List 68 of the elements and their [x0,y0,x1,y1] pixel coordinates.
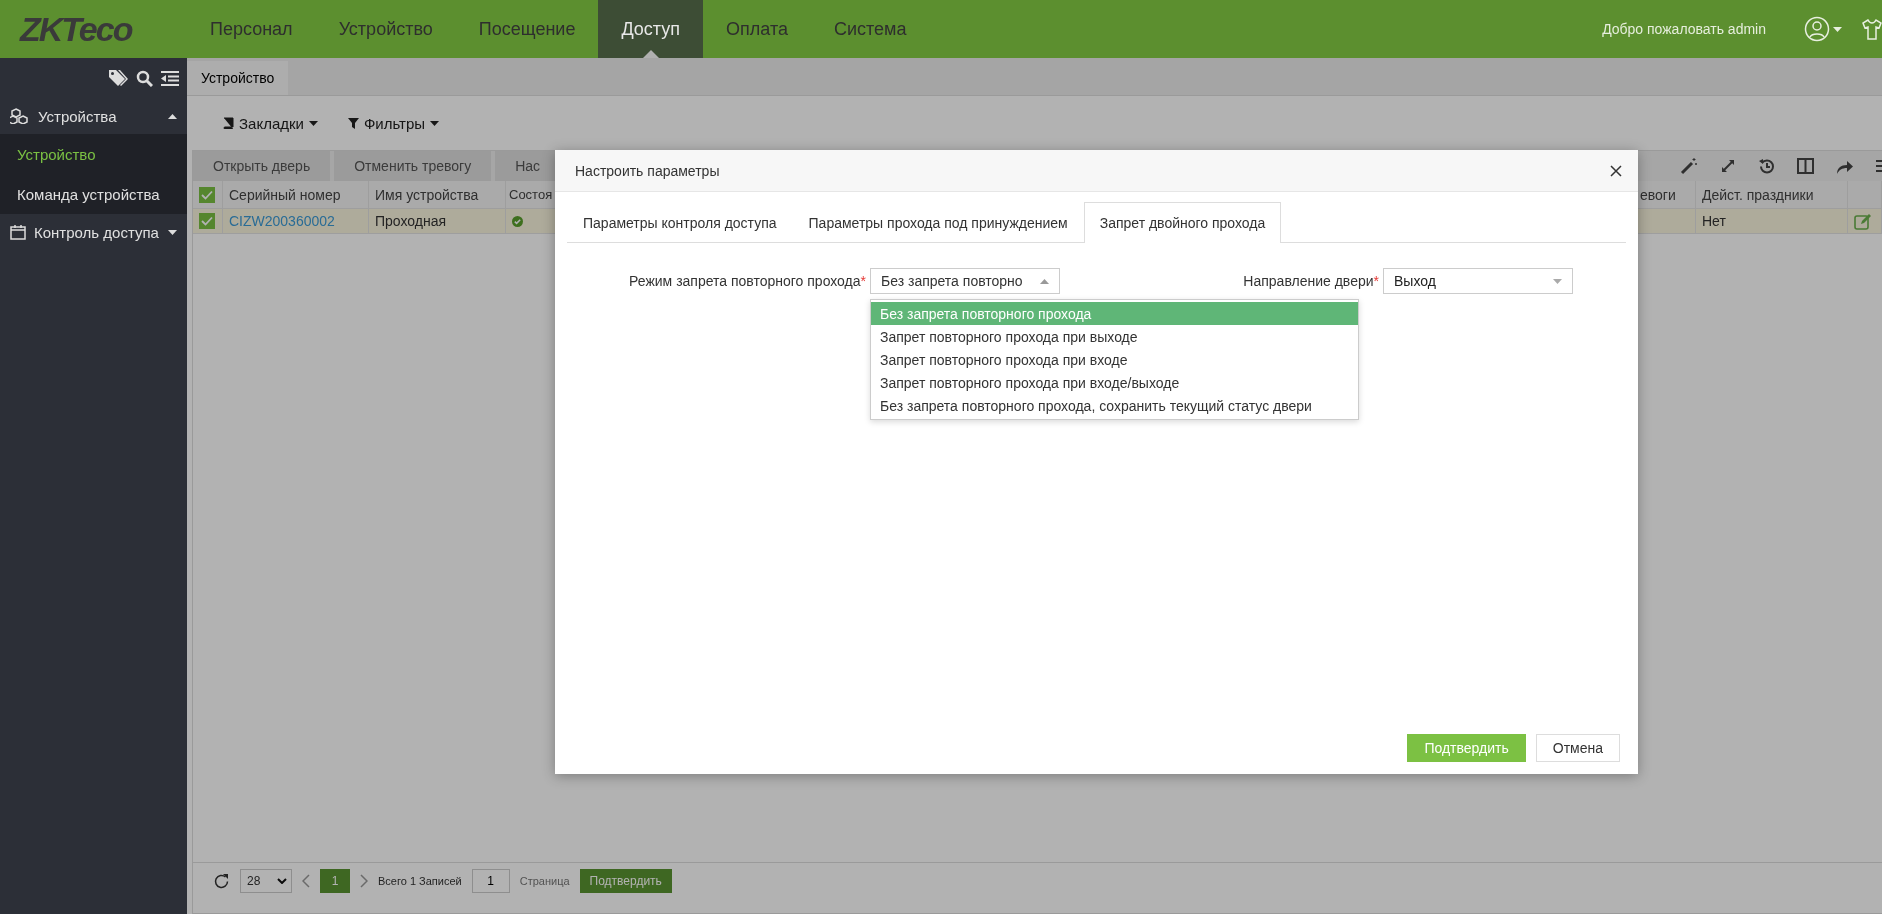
sidebar-item[interactable]: Команда устройства [0,174,187,214]
bookmarks-button[interactable]: Закладки [222,114,318,132]
dropdown-option[interactable]: Запрет повторного прохода при входе/выходе [871,371,1358,394]
table-cell: Проходная [369,209,506,234]
checkbox[interactable] [199,186,215,203]
field-label: Направление двери* [1243,273,1379,289]
sidebar-group[interactable]: Контроль доступа [0,214,187,250]
caret-icon [168,229,177,235]
nav-tab[interactable]: Посещение [455,0,599,58]
welcome-text: Добро пожаловать admin [1602,21,1766,37]
caret-icon [308,120,318,126]
select-field[interactable]: Выход [1383,268,1573,294]
nav-tab[interactable]: Система [810,0,930,58]
column-header: Дейст. праздники [1696,181,1848,209]
status-ok-icon [512,215,523,227]
filter-icon [347,117,359,129]
logo: ZKTeco [18,9,133,49]
dialog-tab[interactable]: Запрет двойного прохода [1083,202,1282,243]
dialog-title: Настроить параметры [575,162,721,179]
caret-icon [1833,26,1842,32]
book-icon [222,117,234,129]
sidebar-item[interactable]: Устройство [0,134,187,174]
expand-icon[interactable] [1720,158,1736,174]
nav-tab[interactable]: Доступ [598,0,703,58]
menu-icon[interactable] [161,70,179,86]
nav-tab[interactable]: Устройство [315,0,456,58]
calendar-icon [10,224,26,240]
shirt-icon[interactable] [1862,18,1882,40]
refresh-icon[interactable] [213,872,230,890]
dropdown-option[interactable]: Запрет повторного прохода при входе [871,348,1358,371]
filters-button[interactable]: Фильтры [347,114,440,132]
close-icon[interactable] [1610,164,1622,177]
page-label: Страница [519,875,570,887]
nav-tab[interactable]: Оплата [703,0,811,58]
dialog-tab[interactable]: Параметры прохода под принуждением [792,202,1084,242]
caret-icon [168,113,177,119]
checkbox[interactable] [199,213,215,229]
action-button[interactable]: Отменить тревогу [334,151,492,181]
column-header: Имя устройства [369,181,506,209]
dialog-tab[interactable]: Параметры контроля доступа [567,202,793,242]
previous-page-icon[interactable] [302,874,310,888]
action-button[interactable]: Открыть дверь [193,151,331,181]
cubes-icon [10,108,30,124]
columns-icon[interactable] [1797,158,1814,174]
share-icon[interactable] [1836,158,1854,174]
page-input[interactable]: 1 [471,869,510,893]
nav-tab[interactable]: Персонал [187,0,316,58]
select-field[interactable]: Без запрета повторно [870,268,1060,294]
caret-icon [430,120,440,126]
history-icon[interactable] [1758,157,1775,175]
user-icon[interactable] [1804,16,1830,42]
total-records: Всего 1 Записей [378,875,462,887]
chevron-icon [277,878,287,884]
search-icon[interactable] [136,69,153,87]
field-label: Режим запрета повторного прохода* [629,273,866,289]
tags-icon[interactable] [108,69,128,87]
caret-icon [1553,278,1562,284]
next-page-icon[interactable] [360,874,368,888]
table-cell: Нет [1696,209,1848,234]
magic-wand-icon[interactable] [1680,157,1698,175]
sidebar-group[interactable]: Устройства [0,98,187,134]
page-size-select[interactable]: 28 [240,869,292,893]
cancel-button[interactable]: Отмена [1535,734,1620,762]
dropdown-option[interactable]: Запрет повторного прохода при выходе [871,325,1358,348]
page-tab[interactable]: Устройство [187,61,289,95]
column-header: Серийный номер [223,181,369,209]
dropdown-option[interactable]: Без запрета повторного прохода, сохранить текущий статус двери [871,394,1358,417]
caret-icon [1040,278,1049,284]
